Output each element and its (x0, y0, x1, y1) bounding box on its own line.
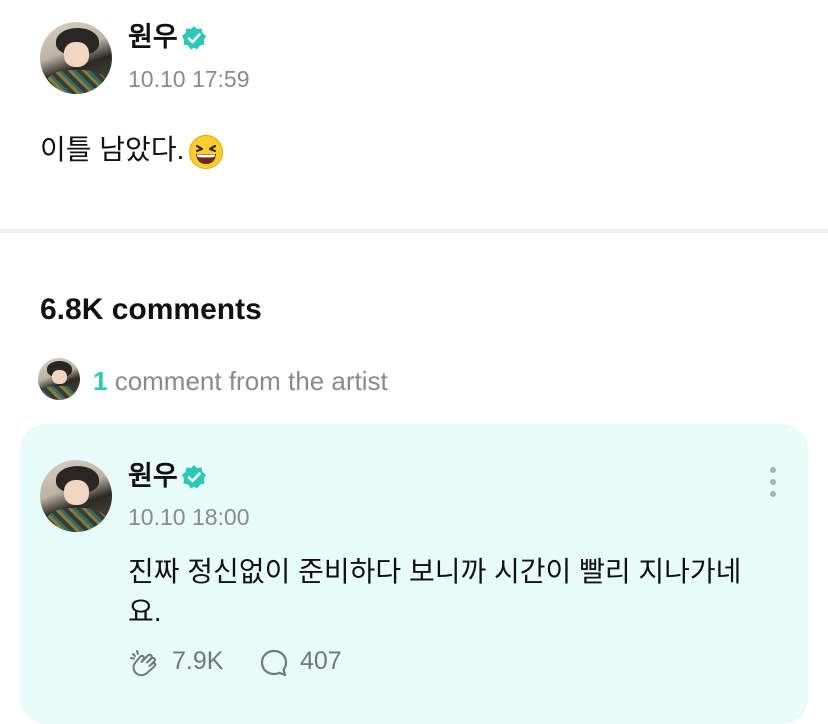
reply-count: 407 (300, 647, 342, 675)
section-divider (0, 229, 828, 233)
grinning-squinting-face-icon (189, 135, 223, 169)
comments-count-heading: 6.8K comments (40, 293, 262, 326)
post-timestamp: 10.10 17:59 (128, 66, 250, 92)
more-options-icon[interactable] (762, 467, 784, 503)
comment-text: 진짜 정신없이 준비하다 보니까 시간이 빨리 지나가네요. (128, 556, 742, 627)
verified-badge-icon (182, 465, 206, 489)
cheer-hands-icon[interactable] (129, 647, 161, 679)
comment-bubble-icon[interactable] (258, 647, 290, 679)
comment-author-avatar[interactable] (40, 460, 112, 532)
post-text: 이틀 남았다. (40, 134, 185, 165)
post-author-name[interactable]: 원우 (128, 24, 178, 51)
cheer-count: 7.9K (172, 647, 224, 675)
verified-badge-icon (182, 26, 206, 50)
artist-comment-label: comment from the artist (107, 366, 388, 396)
post-author-avatar[interactable] (40, 22, 112, 94)
artist-comment-count: 1 (93, 366, 108, 396)
artist-comments-link[interactable]: 1 comment from the artist (93, 368, 388, 394)
artist-comment-avatar-small (38, 358, 80, 400)
comment-timestamp: 10.10 18:00 (128, 504, 250, 530)
comment-author-name[interactable]: 원우 (128, 463, 178, 490)
